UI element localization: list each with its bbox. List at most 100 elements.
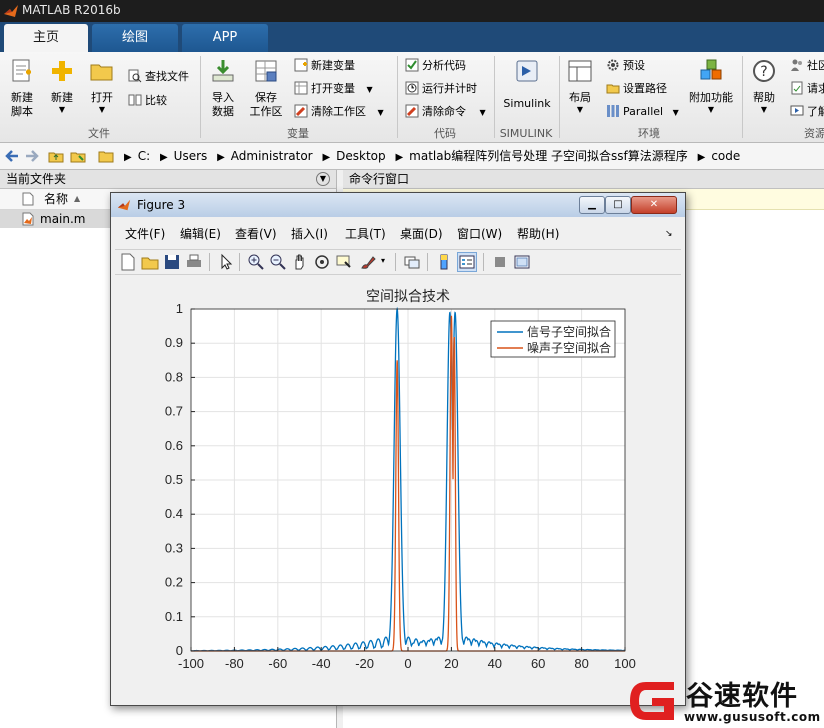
close-button[interactable]: ✕	[631, 196, 677, 214]
learn-button[interactable]: 了解	[790, 103, 824, 121]
new-script-button[interactable]: 新建 脚本	[4, 58, 40, 119]
menu-window[interactable]: 窗口(W)	[457, 224, 502, 244]
legend-label-1: 噪声子空间拟合	[527, 340, 611, 355]
brush-dropdown-icon[interactable]: ▾	[381, 256, 385, 265]
find-files-button[interactable]: 查找文件	[128, 68, 189, 86]
community-button[interactable]: 社区	[790, 57, 824, 75]
open-file-icon[interactable]	[141, 253, 159, 271]
forward-arrow-icon[interactable]	[24, 148, 40, 164]
hide-plot-tools-icon[interactable]	[491, 253, 509, 271]
toolbar-separator	[395, 253, 396, 271]
x-tick-label: 20	[444, 656, 458, 671]
add-ons-dropdown-icon: ▼	[707, 105, 715, 114]
zoom-in-icon[interactable]	[247, 253, 265, 271]
y-tick-label: 0.4	[165, 506, 183, 521]
request-support-button[interactable]: 请求	[790, 80, 824, 98]
tab-apps[interactable]: APP	[182, 24, 268, 52]
breadcrumb-item[interactable]: code	[711, 149, 740, 163]
tab-home[interactable]: 主页	[4, 24, 88, 52]
simulink-button[interactable]: Simulink	[500, 58, 554, 111]
community-icon	[791, 59, 802, 71]
figure-title-bar[interactable]: Figure 3 ▁ □ ✕	[111, 193, 685, 217]
insert-colorbar-icon[interactable]	[435, 253, 453, 271]
clear-workspace-button[interactable]: 清除工作区 ▼	[294, 103, 384, 121]
show-plot-tools-icon[interactable]	[513, 253, 531, 271]
import-data-button[interactable]: 导入 数据	[204, 58, 242, 119]
breadcrumb-separator-icon: ▶	[217, 152, 225, 163]
x-tick-label: -100	[178, 656, 204, 671]
help-button[interactable]: ? 帮助 ▼	[746, 58, 782, 115]
menu-help[interactable]: 帮助(H)	[517, 224, 559, 244]
data-cursor-icon[interactable]	[335, 253, 353, 271]
brush-icon[interactable]	[359, 253, 377, 271]
parallel-button[interactable]: Parallel ▼	[606, 103, 679, 121]
breadcrumb-item[interactable]: Administrator	[231, 149, 313, 163]
breadcrumb-item[interactable]: matlab编程阵列信号处理 子空间拟合ssf算法源程序	[409, 149, 688, 163]
x-tick-label: -20	[355, 656, 374, 671]
add-ons-button[interactable]: 附加功能 ▼	[686, 58, 736, 115]
x-tick-label: 60	[531, 656, 545, 671]
menu-dock-arrow-icon[interactable]: ↘	[665, 224, 673, 244]
maximize-icon: □	[613, 199, 623, 210]
open-variable-button[interactable]: 打开变量 ▼	[294, 80, 373, 98]
edit-plot-arrow-icon[interactable]	[217, 253, 235, 271]
compare-label: 比较	[145, 94, 167, 107]
save-workspace-button[interactable]: 保存 工作区	[244, 58, 288, 119]
group-resources-label: 资源	[804, 127, 824, 140]
figure-title: Figure 3	[137, 198, 186, 212]
preferences-button[interactable]: 预设	[606, 57, 645, 75]
run-and-time-label: 运行并计时	[422, 82, 477, 95]
pane-actions-chevron-icon[interactable]: ▼	[316, 172, 330, 186]
menu-desktop[interactable]: 桌面(D)	[400, 224, 443, 244]
zoom-out-icon[interactable]	[269, 253, 287, 271]
app-title-bar: MATLAB R2016b	[0, 0, 824, 22]
link-plot-icon[interactable]	[403, 253, 421, 271]
run-and-time-button[interactable]: 运行并计时	[405, 80, 477, 98]
minimize-button[interactable]: ▁	[579, 196, 605, 214]
save-figure-icon[interactable]	[163, 253, 181, 271]
address-bar: ▶ C: ▶ Users ▶ Administrator ▶ Desktop ▶ matl…	[0, 143, 824, 170]
new-plus-icon	[52, 61, 72, 81]
tab-plots[interactable]: 绘图	[92, 24, 178, 52]
breadcrumb-item[interactable]: Desktop	[336, 149, 386, 163]
group-separator	[200, 56, 201, 138]
find-files-label: 查找文件	[145, 70, 189, 83]
new-button[interactable]: 新建 ▼	[44, 58, 80, 115]
breadcrumb-item[interactable]: Users	[174, 149, 208, 163]
new-variable-button[interactable]: 新建变量	[294, 57, 355, 75]
analyze-code-button[interactable]: 分析代码	[405, 57, 466, 75]
compare-button[interactable]: 比较	[128, 92, 167, 110]
browse-folder-icon[interactable]	[70, 148, 86, 164]
spectrum-plot[interactable]: -100 -80 -60 -40 -20 0 20 40 60 80 100 0 0.1 0.2 0.3 0.…	[115, 277, 681, 697]
set-path-button[interactable]: 设置路径	[606, 80, 667, 98]
menu-edit[interactable]: 编辑(E)	[180, 224, 221, 244]
group-separator	[742, 56, 743, 138]
open-button[interactable]: 打开 ▼	[84, 58, 120, 115]
maximize-button[interactable]: □	[605, 196, 631, 214]
new-figure-icon[interactable]	[119, 253, 137, 271]
rotate-3d-icon[interactable]	[313, 253, 331, 271]
add-ons-label: 附加功能	[689, 91, 733, 104]
open-variable-label: 打开变量	[311, 82, 355, 95]
menu-view[interactable]: 查看(V)	[235, 224, 277, 244]
print-figure-icon[interactable]	[185, 253, 203, 271]
menu-insert[interactable]: 插入(I)	[291, 224, 328, 244]
back-arrow-icon[interactable]	[4, 148, 20, 164]
clear-commands-button[interactable]: 清除命令 ▼	[405, 103, 486, 121]
breadcrumb-separator-icon: ▶	[159, 152, 168, 163]
command-window-title: 命令行窗口	[349, 172, 410, 186]
x-tick-label: -80	[225, 656, 244, 671]
insert-legend-icon[interactable]	[457, 252, 477, 272]
breadcrumb-item[interactable]: C:	[138, 149, 150, 163]
name-column-label: 名称	[44, 192, 69, 206]
help-label: 帮助	[753, 91, 775, 104]
menu-file[interactable]: 文件(F)	[125, 224, 165, 244]
up-folder-icon[interactable]	[48, 148, 64, 164]
figure-canvas[interactable]: -100 -80 -60 -40 -20 0 20 40 60 80 100 0 0.1 0.2 0.3 0.…	[115, 277, 681, 697]
toolbar-separator	[209, 253, 210, 271]
breadcrumb-separator-icon: ▶	[697, 152, 706, 163]
chart-title: 空间拟合技术	[366, 289, 450, 305]
pan-hand-icon[interactable]	[291, 253, 309, 271]
layout-button[interactable]: 布局 ▼	[562, 58, 598, 115]
menu-tools[interactable]: 工具(T)	[345, 224, 386, 244]
